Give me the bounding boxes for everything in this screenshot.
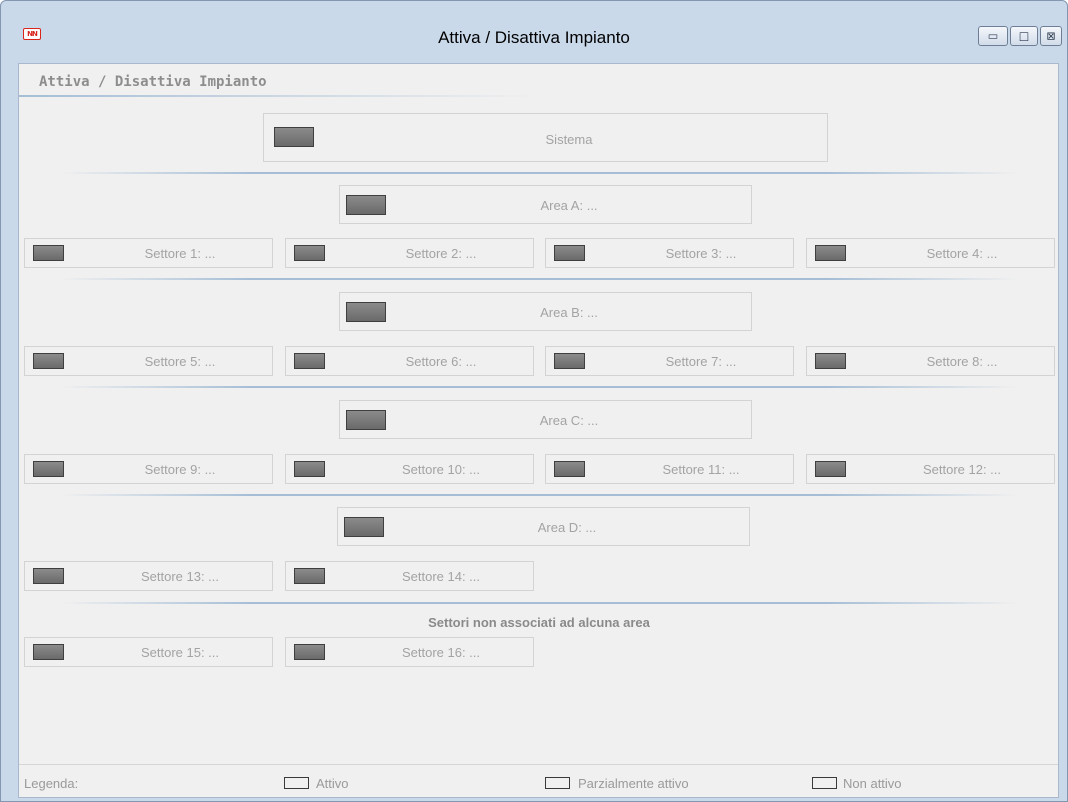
area-d-status-icon <box>344 517 384 537</box>
legend-divider <box>19 764 1058 765</box>
settore-16-status-icon <box>294 644 325 660</box>
separator <box>59 602 1019 604</box>
settore-9-toggle[interactable]: Settore 9: ... <box>24 454 273 484</box>
area-c-label: Area C: ... <box>539 413 599 428</box>
attivo-swatch-icon <box>284 777 309 789</box>
settore-3-toggle[interactable]: Settore 3: ... <box>545 238 794 268</box>
settore-16-label: Settore 16: ... <box>401 645 481 660</box>
settore-12-label: Settore 12: ... <box>922 462 1002 477</box>
area-c-status-icon <box>346 410 386 430</box>
separator <box>59 494 1019 496</box>
settore-4-status-icon <box>815 245 846 261</box>
settore-13-status-icon <box>33 568 64 584</box>
settore-2-status-icon <box>294 245 325 261</box>
area-a-toggle[interactable]: Area A: ... <box>339 185 752 224</box>
area-b-label: Area B: ... <box>540 305 598 320</box>
sistema-label: Sistema <box>545 132 593 147</box>
settore-1-status-icon <box>33 245 64 261</box>
settore-9-label: Settore 9: ... <box>144 462 216 477</box>
unassociated-title: Settori non associati ad alcuna area <box>428 615 650 630</box>
area-b-toggle[interactable]: Area B: ... <box>339 292 752 331</box>
separator <box>59 172 1019 174</box>
settore-3-label: Settore 3: ... <box>665 246 737 261</box>
separator <box>59 278 1019 280</box>
settore-7-status-icon <box>554 353 585 369</box>
settore-9-status-icon <box>33 461 64 477</box>
settore-12-status-icon <box>815 461 846 477</box>
settore-12-toggle[interactable]: Settore 12: ... <box>806 454 1055 484</box>
settore-13-toggle[interactable]: Settore 13: ... <box>24 561 273 591</box>
settore-5-toggle[interactable]: Settore 5: ... <box>24 346 273 376</box>
settore-11-toggle[interactable]: Settore 11: ... <box>545 454 794 484</box>
client-area: Attiva / Disattiva Impianto Sistema Area… <box>18 63 1059 798</box>
close-icon: ⊠ <box>1046 29 1056 43</box>
settore-10-toggle[interactable]: Settore 10: ... <box>285 454 534 484</box>
settore-15-label: Settore 15: ... <box>140 645 220 660</box>
area-d-label: Area D: ... <box>537 520 597 535</box>
settore-15-toggle[interactable]: Settore 15: ... <box>24 637 273 667</box>
maximize-button[interactable]: □ <box>1010 26 1038 46</box>
header-underline <box>19 95 539 97</box>
settore-3-status-icon <box>554 245 585 261</box>
settore-16-toggle[interactable]: Settore 16: ... <box>285 637 534 667</box>
minimize-button[interactable]: ▭ <box>978 26 1008 46</box>
area-c-toggle[interactable]: Area C: ... <box>339 400 752 439</box>
settore-1-toggle[interactable]: Settore 1: ... <box>24 238 273 268</box>
sistema-toggle[interactable]: Sistema <box>263 113 828 162</box>
settore-1-label: Settore 1: ... <box>144 246 216 261</box>
settore-5-label: Settore 5: ... <box>144 354 216 369</box>
separator <box>59 386 1019 388</box>
settore-2-label: Settore 2: ... <box>405 246 477 261</box>
main-window: NN Attiva / Disattiva Impianto ▭ □ ⊠ Att… <box>0 0 1068 802</box>
settore-14-status-icon <box>294 568 325 584</box>
settore-11-label: Settore 11: ... <box>662 462 740 477</box>
settore-8-status-icon <box>815 353 846 369</box>
group-header: Attiva / Disattiva Impianto <box>39 74 267 90</box>
legend-non-attivo: Non attivo <box>843 776 902 791</box>
settore-6-status-icon <box>294 353 325 369</box>
close-button[interactable]: ⊠ <box>1040 26 1062 46</box>
settore-10-status-icon <box>294 461 325 477</box>
settore-6-label: Settore 6: ... <box>405 354 477 369</box>
settore-8-label: Settore 8: ... <box>926 354 998 369</box>
settore-15-status-icon <box>33 644 64 660</box>
settore-6-toggle[interactable]: Settore 6: ... <box>285 346 534 376</box>
settore-4-label: Settore 4: ... <box>926 246 998 261</box>
settore-13-label: Settore 13: ... <box>140 569 220 584</box>
legend-label: Legenda: <box>24 776 79 791</box>
settore-14-toggle[interactable]: Settore 14: ... <box>285 561 534 591</box>
area-a-status-icon <box>346 195 386 215</box>
legend-parziale: Parzialmente attivo <box>578 776 689 791</box>
settore-14-label: Settore 14: ... <box>401 569 481 584</box>
settore-8-toggle[interactable]: Settore 8: ... <box>806 346 1055 376</box>
settore-7-label: Settore 7: ... <box>665 354 737 369</box>
maximize-icon: □ <box>1018 29 1030 43</box>
window-title: Attiva / Disattiva Impianto <box>438 28 630 47</box>
non-attivo-swatch-icon <box>812 777 837 789</box>
settore-5-status-icon <box>33 353 64 369</box>
area-a-label: Area A: ... <box>540 198 598 213</box>
area-d-toggle[interactable]: Area D: ... <box>337 507 750 546</box>
settore-2-toggle[interactable]: Settore 2: ... <box>285 238 534 268</box>
parziale-swatch-icon <box>545 777 570 789</box>
settore-10-label: Settore 10: ... <box>401 462 481 477</box>
minimize-icon: ▭ <box>987 29 999 43</box>
sistema-status-icon <box>274 127 314 147</box>
title-bar[interactable]: NN Attiva / Disattiva Impianto ▭ □ ⊠ <box>1 1 1067 63</box>
settore-11-status-icon <box>554 461 585 477</box>
area-b-status-icon <box>346 302 386 322</box>
settore-7-toggle[interactable]: Settore 7: ... <box>545 346 794 376</box>
settore-4-toggle[interactable]: Settore 4: ... <box>806 238 1055 268</box>
legend-attivo: Attivo <box>316 776 349 791</box>
